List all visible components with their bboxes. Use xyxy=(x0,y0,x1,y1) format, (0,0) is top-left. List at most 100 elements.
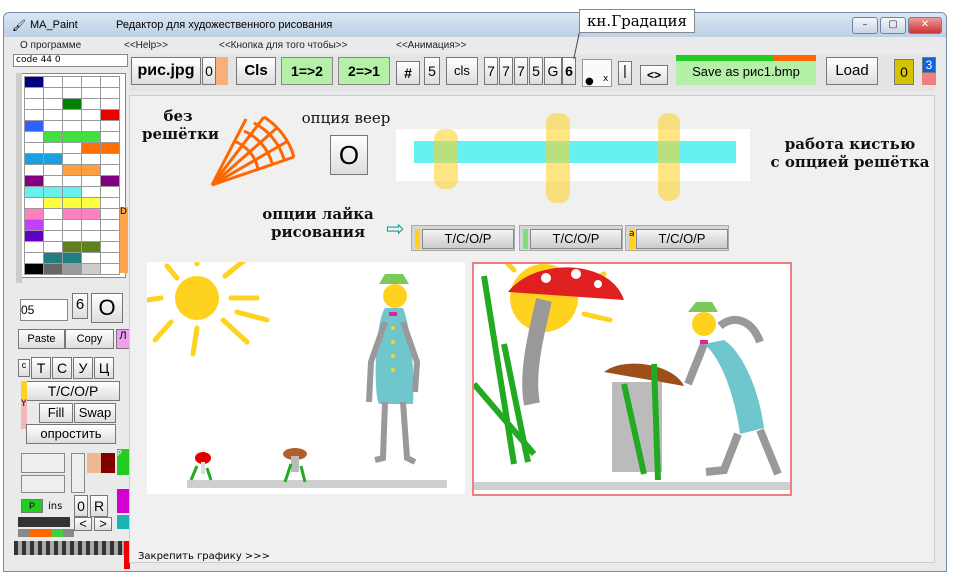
palette-swatch[interactable] xyxy=(43,186,63,198)
prev-button[interactable]: < xyxy=(74,517,92,531)
palette-swatch[interactable] xyxy=(100,153,120,165)
picture-2[interactable] xyxy=(471,257,792,496)
palette-swatch[interactable] xyxy=(81,241,101,253)
palette-swatch[interactable] xyxy=(81,109,101,121)
palette-swatch[interactable] xyxy=(43,153,63,165)
cls-button[interactable]: Cls xyxy=(236,57,276,85)
file-name-button[interactable]: рис.jpg xyxy=(131,57,201,85)
palette-swatch[interactable] xyxy=(62,131,82,143)
digit-2[interactable]: 7 xyxy=(499,57,513,85)
gradation-button[interactable]: 6 xyxy=(562,57,576,85)
zero-button[interactable]: 0 xyxy=(74,495,88,517)
palette-swatch[interactable] xyxy=(100,87,120,99)
l-button[interactable]: Л xyxy=(116,329,130,349)
palette-swatch[interactable] xyxy=(100,109,120,121)
code-field[interactable]: code 44 0 xyxy=(13,54,128,67)
gradient-slider[interactable]: ● x xyxy=(582,59,612,87)
palette-swatch[interactable] xyxy=(100,131,120,143)
palette-swatch[interactable] xyxy=(62,76,82,88)
minimize-button[interactable]: – xyxy=(852,17,878,34)
palette-swatch[interactable] xyxy=(24,87,44,99)
palette-swatch[interactable] xyxy=(43,164,63,176)
grid-button[interactable]: # xyxy=(396,61,420,85)
palette-swatch[interactable] xyxy=(100,142,120,154)
save-as-button[interactable]: Save as рис1.bmp xyxy=(676,61,816,85)
five-button[interactable]: 5 xyxy=(424,57,440,85)
palette-swatch[interactable] xyxy=(24,219,44,231)
palette-swatch[interactable] xyxy=(43,241,63,253)
palette-swatch[interactable] xyxy=(43,98,63,110)
palette-swatch[interactable] xyxy=(24,241,44,253)
palette-swatch[interactable] xyxy=(100,219,120,231)
picture-1[interactable] xyxy=(144,253,465,494)
fill-button[interactable]: Fill xyxy=(39,403,73,423)
palette-swatch[interactable] xyxy=(81,230,101,242)
palette-swatch[interactable] xyxy=(81,186,101,198)
palette-swatch[interactable] xyxy=(62,153,82,165)
palette-swatch[interactable] xyxy=(100,252,120,264)
palette-swatch[interactable] xyxy=(81,208,101,220)
palette-swatch[interactable] xyxy=(24,175,44,187)
tcop-option-3[interactable]: a T/C/O/P xyxy=(625,225,729,251)
ts-button[interactable]: Ц xyxy=(94,357,114,379)
palette-swatch[interactable] xyxy=(24,120,44,132)
palette-swatch[interactable] xyxy=(62,186,82,198)
copy-button[interactable]: Copy xyxy=(65,329,114,349)
palette-swatch[interactable] xyxy=(81,142,101,154)
s-button[interactable]: С xyxy=(52,357,72,379)
palette-swatch[interactable] xyxy=(43,175,63,187)
palette-swatch[interactable] xyxy=(100,164,120,176)
r-button[interactable]: R xyxy=(90,495,108,517)
palette-swatch[interactable] xyxy=(100,197,120,209)
palette-swatch[interactable] xyxy=(24,230,44,242)
palette-swatch[interactable] xyxy=(24,252,44,264)
digit-1[interactable]: 7 xyxy=(484,57,498,85)
palette-swatch[interactable] xyxy=(100,241,120,253)
palette-swatch[interactable] xyxy=(24,109,44,121)
shape-o-button[interactable]: O xyxy=(91,293,123,323)
palette-swatch[interactable] xyxy=(81,76,101,88)
p-button[interactable]: P xyxy=(21,499,43,513)
palette-swatch[interactable] xyxy=(62,230,82,242)
palette-swatch[interactable] xyxy=(62,175,82,187)
palette-scroll[interactable] xyxy=(16,73,22,283)
menu-animation[interactable]: <<Анимация>> xyxy=(396,40,466,51)
paste-button[interactable]: Paste xyxy=(18,329,65,349)
pattern-strip[interactable] xyxy=(14,541,126,555)
palette-swatch[interactable] xyxy=(24,263,44,275)
three-button[interactable]: 3 xyxy=(922,57,936,73)
six-button[interactable]: 6 xyxy=(72,293,88,319)
palette-swatch[interactable] xyxy=(100,98,120,110)
palette-swatch[interactable] xyxy=(24,98,44,110)
palette-swatch[interactable] xyxy=(43,109,63,121)
palette-swatch[interactable] xyxy=(43,120,63,132)
palette-swatch[interactable] xyxy=(62,164,82,176)
palette-swatch[interactable] xyxy=(81,153,101,165)
palette-swatch[interactable] xyxy=(24,208,44,220)
menu-button[interactable]: <<Кнопка для того чтобы>> xyxy=(219,40,347,51)
u-button[interactable]: У xyxy=(73,357,93,379)
menu-help[interactable]: <<Help>> xyxy=(124,40,168,51)
g-button[interactable]: G xyxy=(544,57,562,85)
palette-swatch[interactable] xyxy=(81,120,101,132)
status-text[interactable]: Закрепить графику >>> xyxy=(138,551,270,562)
palette-swatch[interactable] xyxy=(100,186,120,198)
load-button[interactable]: Load xyxy=(826,57,878,85)
palette-swatch[interactable] xyxy=(81,197,101,209)
palette-swatch[interactable] xyxy=(43,252,63,264)
palette-swatch[interactable] xyxy=(43,263,63,275)
c-button[interactable]: c xyxy=(18,359,30,377)
palette-swatch[interactable] xyxy=(81,87,101,99)
tcop-button[interactable]: T/C/O/P xyxy=(26,381,120,401)
copy-2-to-1-button[interactable]: 2=>1 xyxy=(338,57,390,85)
color-palette[interactable] xyxy=(21,73,126,278)
maximize-button[interactable]: ▢ xyxy=(880,17,906,34)
palette-swatch[interactable] xyxy=(81,175,101,187)
palette-swatch[interactable] xyxy=(62,197,82,209)
palette-swatch[interactable] xyxy=(81,98,101,110)
palette-swatch[interactable] xyxy=(62,219,82,231)
palette-swatch[interactable] xyxy=(100,175,120,187)
palette-swatch[interactable] xyxy=(100,208,120,220)
palette-swatch[interactable] xyxy=(24,131,44,143)
palette-swatch[interactable] xyxy=(43,208,63,220)
